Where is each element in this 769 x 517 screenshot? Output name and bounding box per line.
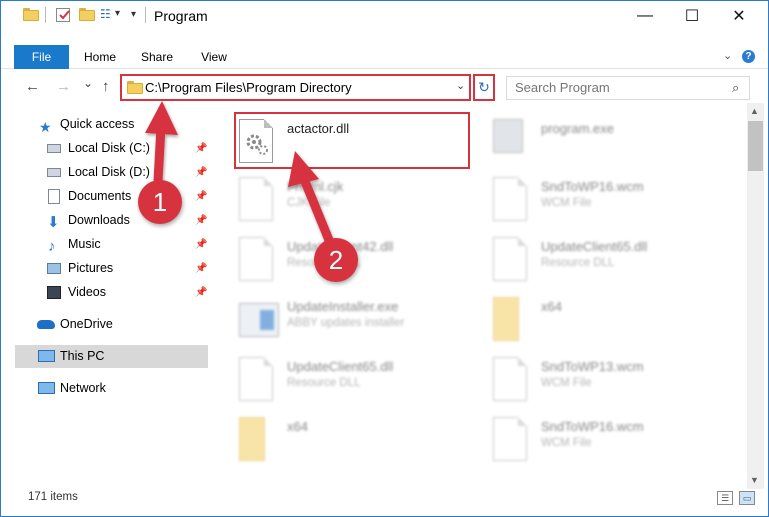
file-explorer-window: ☷ ▾ ▾ Program — ☐ ✕ File Home Share View…	[0, 0, 769, 517]
callout-2: 2	[314, 238, 358, 282]
arrow-1	[145, 101, 178, 182]
callout-1: 1	[138, 180, 182, 224]
arrow-2	[288, 151, 336, 247]
annotation-arrows	[145, 101, 336, 247]
